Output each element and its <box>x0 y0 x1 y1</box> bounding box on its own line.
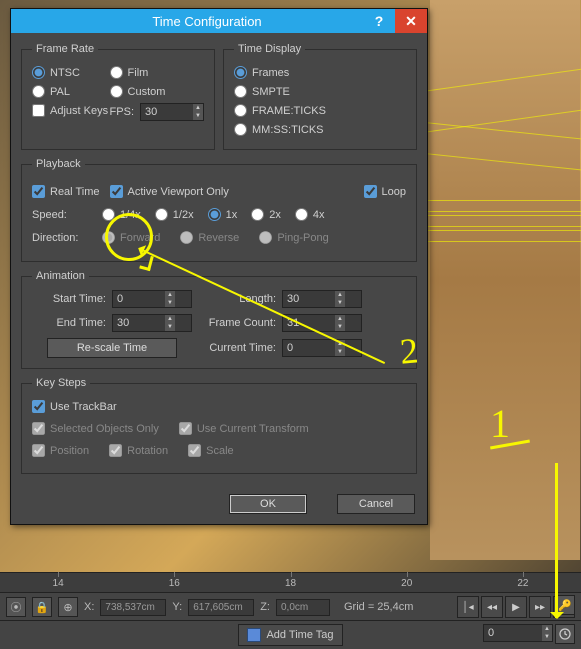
timeline-tick: 22 <box>465 578 581 589</box>
animation-group: Animation Start Time: ▲▼ Length: ▲▼ End … <box>21 270 417 369</box>
pingpong-radio: Ping-Pong <box>259 231 328 244</box>
direction-label: Direction: <box>32 232 92 244</box>
key-steps-legend: Key Steps <box>32 377 90 389</box>
z-field[interactable] <box>276 599 330 616</box>
selected-objects-check: Selected Objects Only <box>32 422 159 435</box>
speed-4x-radio[interactable]: 4x <box>295 208 325 221</box>
start-time-label: Start Time: <box>32 293 112 305</box>
add-time-tag-label: Add Time Tag <box>266 629 333 641</box>
key-steps-group: Key Steps Use TrackBar Selected Objects … <box>21 377 417 474</box>
pal-radio[interactable]: PAL <box>32 85 110 98</box>
current-time-spinner[interactable]: ▲▼ <box>282 339 362 357</box>
grid-label: Grid = 25,4cm <box>344 601 413 613</box>
timeline-tick: 16 <box>116 578 232 589</box>
selection-lock-icon[interactable]: ⦿ <box>6 597 26 617</box>
time-display-group: Time Display Frames SMPTE FRAME:TICKS MM… <box>223 43 417 150</box>
coord-icon[interactable]: ⊕ <box>58 597 78 617</box>
mmssticks-radio[interactable]: MM:SS:TICKS <box>234 123 406 136</box>
current-frame-spinner[interactable]: ▲▼ <box>483 624 553 642</box>
fps-spinner[interactable]: ▲▼ <box>140 103 204 121</box>
frame-ticks-radio[interactable]: FRAME:TICKS <box>234 104 406 117</box>
active-viewport-check[interactable]: Active Viewport Only <box>110 185 229 198</box>
cube-icon <box>247 628 261 642</box>
dialog-titlebar[interactable]: Time Configuration ? ✕ <box>11 9 427 33</box>
time-configuration-dialog: Time Configuration ? ✕ Frame Rate NTSC P… <box>10 8 428 525</box>
goto-start-button[interactable]: │◂ <box>457 596 479 618</box>
frame-count-spinner[interactable]: ▲▼ <box>282 314 362 332</box>
play-button[interactable]: ▶ <box>505 596 527 618</box>
loop-check[interactable]: Loop <box>364 185 406 198</box>
frame-rate-legend: Frame Rate <box>32 43 98 55</box>
end-time-label: End Time: <box>32 317 112 329</box>
film-radio[interactable]: Film <box>110 66 204 79</box>
speed-1-2-radio[interactable]: 1/2x <box>155 208 194 221</box>
x-field[interactable] <box>100 599 166 616</box>
speed-2x-radio[interactable]: 2x <box>251 208 281 221</box>
frame-rate-group: Frame Rate NTSC PAL Adjust Keys Film Cus… <box>21 43 215 150</box>
playback-legend: Playback <box>32 158 85 170</box>
dialog-title: Time Configuration <box>51 14 363 29</box>
time-configuration-button[interactable] <box>555 624 575 644</box>
next-frame-button[interactable]: ▸▸ <box>529 596 551 618</box>
scale-check: Scale <box>188 444 234 457</box>
length-spinner[interactable]: ▲▼ <box>282 290 362 308</box>
ntsc-radio[interactable]: NTSC <box>32 66 110 79</box>
help-button[interactable]: ? <box>363 9 395 33</box>
custom-radio[interactable]: Custom <box>110 85 204 98</box>
key-mode-toggle-icon[interactable]: 🔑 <box>555 595 575 615</box>
add-time-tag-button[interactable]: Add Time Tag <box>238 624 342 646</box>
use-trackbar-check[interactable]: Use TrackBar <box>32 400 117 413</box>
y-field[interactable] <box>188 599 254 616</box>
timeline-tick: 20 <box>349 578 465 589</box>
smpte-radio[interactable]: SMPTE <box>234 85 406 98</box>
speed-1x-radio[interactable]: 1x <box>208 208 238 221</box>
rotation-check: Rotation <box>109 444 168 457</box>
cancel-button[interactable]: Cancel <box>337 494 415 514</box>
timeline-tick: 14 <box>0 578 116 589</box>
end-time-spinner[interactable]: ▲▼ <box>112 314 192 332</box>
timeline-ruler[interactable]: 14 16 18 20 22 <box>0 572 581 593</box>
length-label: Length: <box>192 293 282 305</box>
frames-radio[interactable]: Frames <box>234 66 406 79</box>
current-time-label: Current Time: <box>192 342 282 354</box>
z-label: Z: <box>260 601 270 613</box>
position-check: Position <box>32 444 89 457</box>
real-time-check[interactable]: Real Time <box>32 185 100 198</box>
timeline-tick: 18 <box>232 578 348 589</box>
x-label: X: <box>84 601 94 613</box>
adjust-keys-check[interactable]: Adjust Keys <box>32 104 110 117</box>
prev-frame-button[interactable]: ◂◂ <box>481 596 503 618</box>
rescale-time-button[interactable]: Re-scale Time <box>47 338 177 358</box>
up-arrow-icon[interactable]: ▲ <box>193 104 203 112</box>
y-label: Y: <box>172 601 182 613</box>
ok-button[interactable]: OK <box>229 494 307 514</box>
lock-icon[interactable]: 🔒 <box>32 597 52 617</box>
close-button[interactable]: ✕ <box>395 9 427 33</box>
status-bar: ⦿ 🔒 ⊕ X: Y: Z: Grid = 25,4cm │◂ ◂◂ ▶ ▸▸ … <box>0 592 581 621</box>
time-display-legend: Time Display <box>234 43 305 55</box>
animation-legend: Animation <box>32 270 89 282</box>
frame-count-label: Frame Count: <box>192 317 282 329</box>
down-arrow-icon[interactable]: ▼ <box>193 112 203 120</box>
fps-label: FPS: <box>110 106 134 118</box>
fps-input[interactable] <box>141 106 193 118</box>
forward-radio: Forward <box>102 231 160 244</box>
speed-1-4-radio[interactable]: 1/4x <box>102 208 141 221</box>
use-current-transform-check: Use Current Transform <box>179 422 309 435</box>
speed-label: Speed: <box>32 209 92 221</box>
reverse-radio: Reverse <box>180 231 239 244</box>
playback-group: Playback Real Time Active Viewport Only … <box>21 158 417 262</box>
start-time-spinner[interactable]: ▲▼ <box>112 290 192 308</box>
